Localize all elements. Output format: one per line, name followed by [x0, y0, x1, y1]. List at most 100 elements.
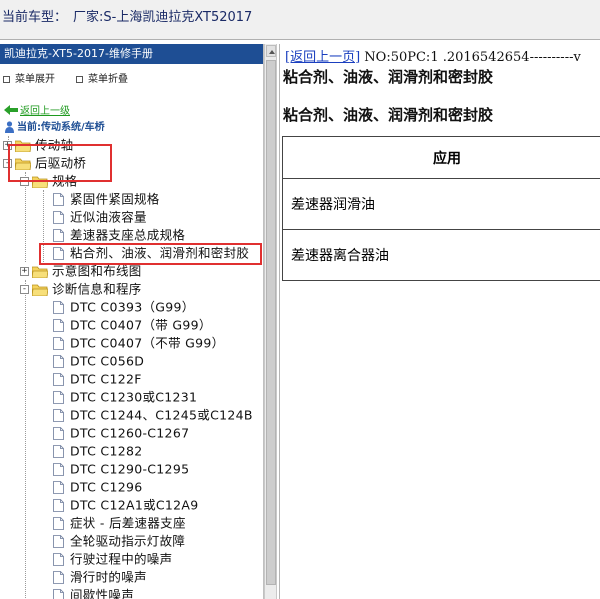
tree-item-label: 诊断信息和程序 [52, 281, 142, 297]
document-icon [53, 211, 64, 224]
tree-folder-rear-axle[interactable]: - 后驱动桥 [3, 154, 86, 172]
tree-item-label: DTC C1230或C1231 [70, 389, 198, 405]
back-previous-page-link[interactable]: [返回上一页] [285, 50, 360, 65]
document-icon [53, 463, 64, 476]
table-row: 差速器润滑油 [282, 178, 600, 230]
navigation-pane: 凯迪拉克-XT5-2017-维修手册 菜单展开 菜单折叠 返回上一级 当前:传动… [0, 44, 264, 599]
document-nav: [返回上一页] NO:50PC:1 .2016542654----------v [285, 46, 581, 65]
tree-item-sealants[interactable]: 粘合剂、油液、润滑剂和密封胶 [53, 244, 249, 262]
tree-item-awd-lamp[interactable]: 全轮驱动指示灯故障 [53, 532, 185, 550]
tree-item-dtc[interactable]: DTC C0407（不带 G99） [53, 334, 224, 352]
tree-item-dtc[interactable]: DTC C1282 [53, 442, 142, 460]
document-icon [53, 535, 64, 548]
tree-item-label: DTC C1296 [70, 479, 143, 495]
document-icon [53, 499, 64, 512]
tree-item-label: 粘合剂、油液、润滑剂和密封胶 [70, 245, 250, 261]
tree-item-driving-noise[interactable]: 行驶过程中的噪声 [53, 550, 172, 568]
tree-item-label: DTC C1244、C1245或C124B [70, 407, 253, 423]
tree-item-label: 后驱动桥 [35, 155, 87, 171]
tree-item-fastener[interactable]: 紧固件紧固规格 [53, 190, 160, 208]
tree-item-intermittent-noise[interactable]: 间歇性噪声 [53, 586, 134, 599]
current-vehicle-label: 当前车型： [2, 10, 68, 25]
document-icon [53, 571, 64, 584]
tree-folder-schematics[interactable]: + 示意图和布线图 [20, 262, 142, 280]
tree-item-symptom[interactable]: 症状 - 后差速器支座 [53, 514, 186, 532]
tree-item-label: 症状 - 后差速器支座 [70, 515, 186, 531]
back-link-label[interactable]: 返回上一级 [20, 106, 70, 117]
vertical-scrollbar[interactable] [264, 44, 277, 599]
top-bar: 当前车型： 厂家:S-上海凯迪拉克XT52017 [0, 0, 600, 40]
collapse-toggle-icon[interactable]: - [20, 177, 29, 186]
tree-item-dtc[interactable]: DTC C0393（G99） [53, 298, 195, 316]
tree-item-label: 近似油液容量 [70, 209, 147, 225]
scroll-up-arrow-icon[interactable] [266, 45, 276, 57]
tree-item-label: 差速器支座总成规格 [70, 227, 186, 243]
current-location: 当前:传动系统/车桥 [4, 118, 105, 133]
document-icon [53, 301, 64, 314]
folder-icon [15, 140, 31, 152]
collapse-toggle-icon[interactable]: - [3, 159, 12, 168]
tree-item-label: 紧固件紧固规格 [70, 191, 160, 207]
tree-item-dtc[interactable]: DTC C0407（带 G99） [53, 316, 212, 334]
tree-item-coast-noise[interactable]: 滑行时的噪声 [53, 568, 147, 586]
document-icon [53, 355, 64, 368]
tree-item-dtc[interactable]: DTC C1230或C1231 [53, 388, 197, 406]
tree-folder-specs[interactable]: - 规格 [20, 172, 78, 190]
document-pane: [返回上一页] NO:50PC:1 .2016542654----------v… [279, 44, 600, 599]
document-icon [53, 589, 64, 599]
tree-item-label: DTC C0407（不带 G99） [70, 335, 225, 351]
document-icon [53, 517, 64, 530]
tree-item-label: DTC C056D [70, 353, 145, 369]
menu-collapse-button[interactable]: 菜单折叠 [76, 70, 128, 85]
application-table: 应用 差速器润滑油 差速器离合器油 [282, 136, 600, 281]
tree-item-dtc[interactable]: DTC C12A1或C12A9 [53, 496, 199, 514]
tree-item-label: DTC C1282 [70, 443, 143, 459]
tree-item-label: 行驶过程中的噪声 [70, 551, 173, 567]
tree-item-label: 间歇性噪声 [70, 587, 135, 599]
tree-item-label: DTC C1260-C1267 [70, 425, 190, 441]
back-arrow-icon [4, 104, 18, 115]
expand-icon [3, 75, 10, 83]
tree-folder-diagnostics[interactable]: - 诊断信息和程序 [20, 280, 142, 298]
table-row: 差速器离合器油 [282, 229, 600, 281]
current-vehicle: 当前车型： 厂家:S-上海凯迪拉克XT52017 [2, 6, 252, 25]
tree-item-label: 传动轴 [35, 137, 74, 153]
tree-item-dtc[interactable]: DTC C1260-C1267 [53, 424, 189, 442]
document-icon [53, 445, 64, 458]
document-icon [53, 319, 64, 332]
folder-icon [32, 176, 48, 188]
tree-item-dtc[interactable]: DTC C1296 [53, 478, 142, 496]
back-up-level-link[interactable]: 返回上一级 [4, 102, 70, 117]
menu-expand-button[interactable]: 菜单展开 [3, 70, 55, 85]
tree-item-dtc[interactable]: DTC C056D [53, 352, 144, 370]
document-icon [53, 481, 64, 494]
tree-item-label: DTC C122F [70, 371, 142, 387]
document-icon [53, 409, 64, 422]
scrollbar-thumb[interactable] [266, 60, 276, 585]
folder-icon [32, 284, 48, 296]
expand-toggle-icon[interactable]: + [20, 267, 29, 276]
tree-item-label: 示意图和布线图 [52, 263, 142, 279]
document-title: 粘合剂、油液、润滑剂和密封胶 [283, 68, 494, 86]
tree-item-label: DTC C0393（G99） [70, 299, 195, 315]
collapse-toggle-icon[interactable]: - [20, 285, 29, 294]
tree-item-label: 滑行时的噪声 [70, 569, 147, 585]
collapse-icon [76, 75, 83, 83]
tree-item-capacity[interactable]: 近似油液容量 [53, 208, 147, 226]
document-icon [53, 229, 64, 242]
tree-item-dtc[interactable]: DTC C122F [53, 370, 142, 388]
tree-folder-drive-shaft[interactable]: + 传动轴 [3, 136, 73, 154]
tree-item-dtc[interactable]: DTC C1244、C1245或C124B [53, 406, 253, 424]
document-icon [53, 427, 64, 440]
tree-item-label: DTC C12A1或C12A9 [70, 497, 199, 513]
tree-item-label: 全轮驱动指示灯故障 [70, 533, 186, 549]
document-icon [53, 391, 64, 404]
table-header-application: 应用 [282, 136, 600, 179]
current-vehicle-value: 厂家:S-上海凯迪拉克XT52017 [73, 10, 253, 25]
tree-item-diff-mount[interactable]: 差速器支座总成规格 [53, 226, 185, 244]
person-icon [5, 121, 14, 133]
tree-item-label: 规格 [52, 173, 78, 189]
expand-toggle-icon[interactable]: + [3, 141, 12, 150]
tree-item-dtc[interactable]: DTC C1290-C1295 [53, 460, 189, 478]
manual-title: 凯迪拉克-XT5-2017-维修手册 [0, 44, 263, 64]
